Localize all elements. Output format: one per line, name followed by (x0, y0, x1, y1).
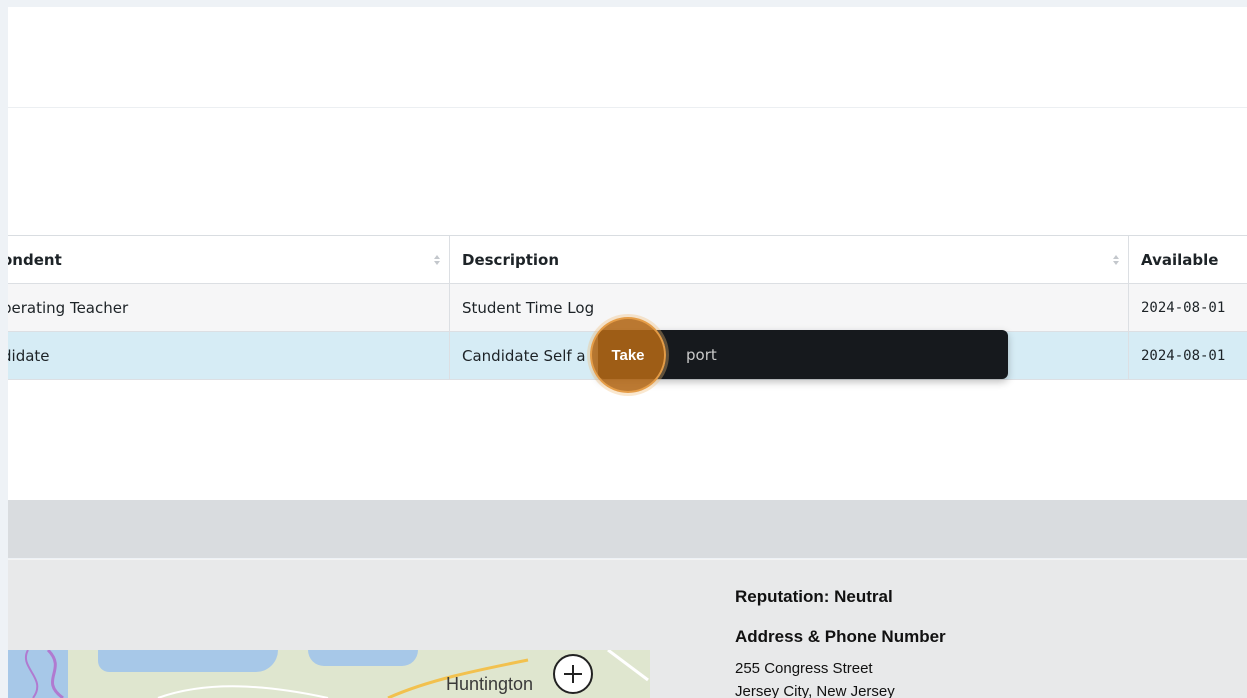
header-respondent[interactable]: ondent (8, 236, 449, 283)
address-title: Address & Phone Number (735, 627, 946, 646)
tooltip-text: port (686, 346, 717, 364)
address-line-2: Jersey City, New Jersey (735, 683, 895, 698)
cell-description: Student Time Log (449, 284, 1128, 331)
main-card: ondent Description Available perating Te… (8, 7, 1247, 500)
description-text: Candidate Self a (462, 346, 586, 365)
available-text: 2024-08-01 (1141, 299, 1226, 316)
footer-band (8, 500, 1247, 558)
available-text: 2024-08-01 (1141, 347, 1226, 364)
sort-icon[interactable] (1112, 254, 1120, 266)
take-button-label: Take (611, 346, 645, 364)
divider (8, 107, 1247, 108)
table-header-row: ondent Description Available (8, 236, 1247, 284)
plus-icon (564, 665, 582, 683)
respondent-text: didate (8, 346, 50, 365)
cell-respondent: perating Teacher (8, 284, 449, 331)
header-description-label: Description (462, 250, 560, 269)
header-respondent-label: ondent (8, 250, 62, 269)
respondent-text: perating Teacher (8, 298, 129, 317)
address-line-1: 255 Congress Street (735, 660, 873, 677)
map-zoom-in-button[interactable] (553, 654, 593, 694)
map-place-label: Huntington (446, 674, 534, 694)
sort-icon[interactable] (433, 254, 441, 266)
cell-available: 2024-08-01 (1128, 284, 1247, 331)
header-available-label: Available (1141, 250, 1219, 269)
cell-respondent: didate (8, 332, 449, 379)
header-description[interactable]: Description (449, 236, 1128, 283)
take-button[interactable]: Take (590, 317, 666, 393)
header-available[interactable]: Available (1128, 236, 1247, 283)
cell-available: 2024-08-01 (1128, 332, 1247, 379)
reputation-label: Reputation: Neutral (735, 587, 893, 606)
description-text: Student Time Log (462, 298, 595, 317)
